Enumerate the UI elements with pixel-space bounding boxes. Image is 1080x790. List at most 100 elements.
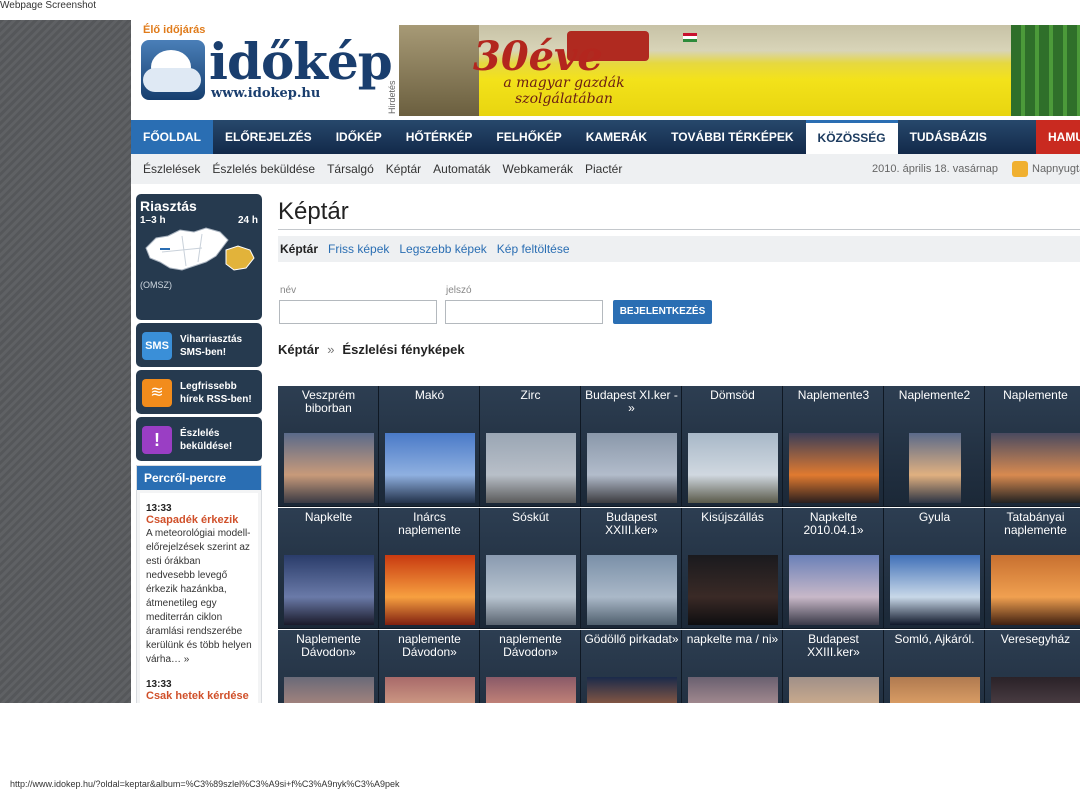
username-field[interactable] (279, 300, 437, 324)
gallery-item-caption[interactable]: Gödöllő pirkadat» (583, 633, 680, 646)
gallery-thumbnail[interactable] (385, 433, 475, 503)
tab-keptar[interactable]: Képtár (280, 236, 318, 262)
subnav-tarsalgo[interactable]: Társalgó (327, 154, 374, 184)
gallery-item-caption[interactable]: naplemente Dávodon» (381, 633, 478, 659)
gallery-thumbnail[interactable] (385, 677, 475, 703)
gallery-thumbnail[interactable] (688, 555, 778, 625)
tab-legszebb-kepek[interactable]: Legszebb képek (399, 236, 486, 262)
gallery-item[interactable]: Naplemente Dávodon» (278, 630, 379, 703)
gallery-item-caption[interactable]: Gyula (886, 511, 983, 524)
login-button[interactable]: BEJELENTKEZÉS (613, 300, 712, 324)
gallery-item-caption[interactable]: Napkelte 2010.04.1» (785, 511, 882, 537)
gallery-thumbnail[interactable] (486, 555, 576, 625)
nav-fooldal[interactable]: FŐOLDAL (131, 120, 213, 154)
gallery-thumbnail[interactable] (789, 677, 879, 703)
news-headline[interactable]: Csapadék érkezik (146, 514, 252, 527)
gallery-item-caption[interactable]: Napkelte (280, 511, 377, 524)
gallery-item-caption[interactable]: Naplemente3 (785, 389, 882, 402)
nav-tudasbazis[interactable]: TUDÁSBÁZIS (898, 120, 999, 154)
subnav-keptar[interactable]: Képtár (386, 154, 421, 184)
gallery-thumbnail[interactable] (587, 433, 677, 503)
sms-alert-button[interactable]: SMS Viharriasztás SMS-ben! (136, 323, 262, 367)
password-field[interactable] (445, 300, 603, 324)
gallery-thumbnail[interactable] (587, 555, 677, 625)
gallery-thumbnail[interactable] (991, 555, 1080, 625)
nav-idokep[interactable]: IDŐKÉP (324, 120, 394, 154)
gallery-thumbnail[interactable] (284, 677, 374, 703)
gallery-item-caption[interactable]: Naplemente2 (886, 389, 983, 402)
gallery-item-caption[interactable]: Inárcs naplemente (381, 511, 478, 537)
subnav-webkamerak[interactable]: Webkamerák (503, 154, 573, 184)
gallery-thumbnail[interactable] (587, 677, 677, 703)
gallery-thumbnail[interactable] (789, 433, 879, 503)
gallery-thumbnail[interactable] (688, 677, 778, 703)
gallery-thumbnail[interactable] (688, 433, 778, 503)
gallery-item[interactable]: Veresegyház (985, 630, 1080, 703)
gallery-item-caption[interactable]: Makó (381, 389, 478, 402)
nav-hamu[interactable]: HAMU (1036, 120, 1080, 154)
nav-kamerak[interactable]: KAMERÁK (574, 120, 659, 154)
gallery-item[interactable]: Inárcs naplemente (379, 508, 480, 629)
gallery-item-caption[interactable]: napkelte ma / ni» (684, 633, 781, 646)
submit-observation-button[interactable]: ! Észlelés beküldése! (136, 417, 262, 461)
gallery-item[interactable]: Naplemente3 (783, 386, 884, 507)
gallery-thumbnail[interactable] (909, 433, 961, 503)
gallery-item[interactable]: Naplemente2 (884, 386, 985, 507)
alert-range-short[interactable]: 1–3 h (140, 215, 166, 226)
gallery-thumbnail[interactable] (890, 555, 980, 625)
gallery-thumbnail[interactable] (991, 677, 1080, 703)
gallery-item[interactable]: Veszprém biborban (278, 386, 379, 507)
gallery-item-caption[interactable]: Veszprém biborban (280, 389, 377, 415)
gallery-item-caption[interactable]: Budapest XI.ker - » (583, 389, 680, 415)
gallery-item[interactable]: Dömsöd (682, 386, 783, 507)
gallery-item[interactable]: Budapest XXIII.ker» (581, 508, 682, 629)
subnav-piacter[interactable]: Piactér (585, 154, 622, 184)
nav-tovabbi-terkepek[interactable]: TOVÁBBI TÉRKÉPEK (659, 120, 805, 154)
weather-alert-widget[interactable]: Riasztás 1–3 h 24 h (OMSZ) (136, 194, 262, 320)
gallery-item[interactable]: naplemente Dávodon» (480, 630, 581, 703)
nav-felhokep[interactable]: FELHŐKÉP (484, 120, 573, 154)
gallery-item[interactable]: Sóskút (480, 508, 581, 629)
gallery-thumbnail[interactable] (284, 433, 374, 503)
gallery-item[interactable]: naplemente Dávodon» (379, 630, 480, 703)
gallery-item[interactable]: Gyula (884, 508, 985, 629)
gallery-thumbnail[interactable] (991, 433, 1080, 503)
gallery-thumbnail[interactable] (486, 433, 576, 503)
news-headline[interactable]: Csak hetek kérdése az egész (146, 690, 252, 703)
site-logo[interactable]: időkép (209, 32, 393, 91)
gallery-item[interactable]: Budapest XXIII.ker» (783, 630, 884, 703)
gallery-item[interactable]: Napkelte 2010.04.1» (783, 508, 884, 629)
gallery-item[interactable]: Somló, Ajkáról. (884, 630, 985, 703)
gallery-item[interactable]: Napkelte (278, 508, 379, 629)
nav-kozosseg[interactable]: KÖZÖSSÉG (805, 120, 898, 154)
gallery-thumbnail[interactable] (284, 555, 374, 625)
gallery-item[interactable]: Budapest XI.ker - » (581, 386, 682, 507)
gallery-item[interactable]: Makó (379, 386, 480, 507)
gallery-item-caption[interactable]: Naplemente Dávodon» (280, 633, 377, 659)
gallery-item-caption[interactable]: Zirc (482, 389, 579, 402)
gallery-item[interactable]: napkelte ma / ni» (682, 630, 783, 703)
gallery-item-caption[interactable]: Somló, Ajkáról. (886, 633, 983, 646)
gallery-item[interactable]: Zirc (480, 386, 581, 507)
gallery-thumbnail[interactable] (486, 677, 576, 703)
gallery-item-caption[interactable]: Tatabányai naplemente (987, 511, 1080, 537)
tab-friss-kepek[interactable]: Friss képek (328, 236, 389, 262)
alert-range-long[interactable]: 24 h (238, 215, 258, 226)
gallery-item-caption[interactable]: naplemente Dávodon» (482, 633, 579, 659)
ad-banner[interactable]: 30éve a magyar gazdák szolgálatában (399, 25, 1080, 116)
gallery-thumbnail[interactable] (789, 555, 879, 625)
rss-button[interactable]: ≋ Legfrissebb hírek RSS-ben! (136, 370, 262, 414)
gallery-item[interactable]: Tatabányai naplemente (985, 508, 1080, 629)
subnav-eszlelesek[interactable]: Észlelések (143, 154, 200, 184)
nav-hoterkep[interactable]: HŐTÉRKÉP (394, 120, 485, 154)
live-weather-link[interactable]: Élő időjárás (143, 24, 205, 36)
nav-elorejelzes[interactable]: ELŐREJELZÉS (213, 120, 324, 154)
gallery-item-caption[interactable]: Naplemente (987, 389, 1080, 402)
gallery-item[interactable]: Naplemente (985, 386, 1080, 507)
gallery-item-caption[interactable]: Kisújszállás (684, 511, 781, 524)
gallery-item-caption[interactable]: Budapest XXIII.ker» (785, 633, 882, 659)
subnav-eszleles-bekuldese[interactable]: Észlelés beküldése (212, 154, 315, 184)
gallery-item[interactable]: Kisújszállás (682, 508, 783, 629)
tab-kep-feltoltese[interactable]: Kép feltöltése (497, 236, 570, 262)
logo-cloud-icon[interactable] (141, 40, 205, 100)
